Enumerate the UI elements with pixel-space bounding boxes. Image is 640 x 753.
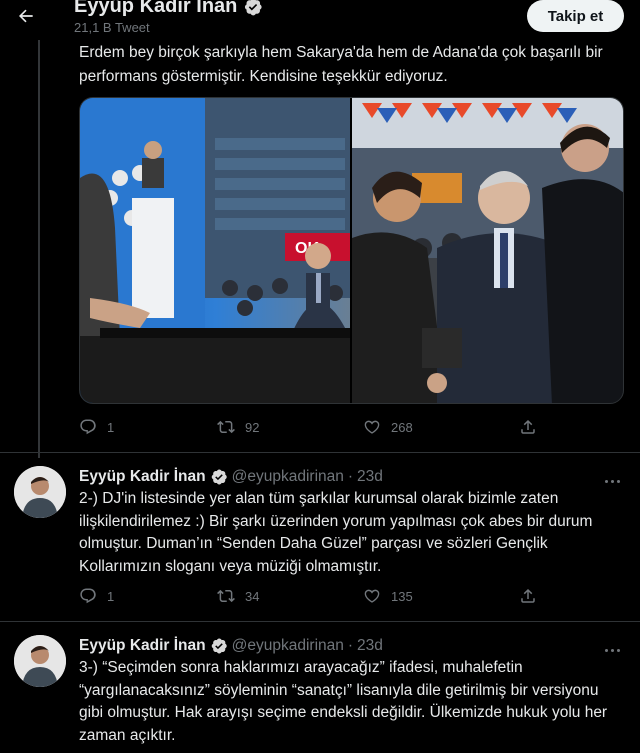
author-handle[interactable]: @eyupkadirinan: [232, 637, 344, 655]
photo-handshake-crowd-icon: [352, 98, 623, 403]
reply-header: Eyyüp Kadir İnan @eyupkadirinan · 23d: [79, 468, 383, 486]
author-name[interactable]: Eyyüp Kadir İnan: [79, 637, 206, 655]
tweet-media[interactable]: OK: [79, 97, 624, 404]
reply-count: 1: [107, 588, 115, 604]
retweet-button[interactable]: 92: [217, 418, 259, 436]
retweet-count: 92: [245, 419, 260, 435]
media-photo-2[interactable]: [352, 98, 623, 403]
more-dot: [610, 479, 614, 483]
avatar[interactable]: [14, 466, 66, 518]
reply-icon: [80, 419, 96, 435]
back-button[interactable]: [12, 4, 40, 28]
reply-header: Eyyüp Kadir İnan @eyupkadirinan · 23d: [79, 637, 383, 655]
reply-tweet[interactable]: Eyyüp Kadir İnan @eyupkadirinan · 23d 2-…: [0, 453, 640, 621]
profile-title: Eyyüp Kadir İnan: [74, 0, 263, 18]
share-button[interactable]: [519, 587, 537, 605]
like-button[interactable]: 268: [363, 418, 413, 436]
share-icon: [521, 419, 535, 434]
tweet-actions: 1 92 268: [79, 418, 539, 442]
thread-line: [38, 40, 40, 458]
avatar[interactable]: [14, 635, 66, 687]
author-name[interactable]: Eyyüp Kadir İnan: [79, 468, 206, 486]
verified-badge-icon: [211, 469, 227, 485]
reply-text: 3-) “Seçimden sonra haklarımızı arayacağ…: [79, 659, 608, 744]
like-button[interactable]: 135: [363, 587, 413, 605]
share-button[interactable]: [519, 418, 537, 436]
user-avatar-icon: [14, 466, 66, 518]
author-handle[interactable]: @eyupkadirinan: [232, 468, 344, 486]
verified-badge-icon: [211, 638, 227, 654]
tweet-count: 21,1 B Tweet: [74, 20, 150, 35]
retweet-button[interactable]: 34: [217, 587, 259, 605]
tweet-time[interactable]: 23d: [357, 468, 383, 486]
retweet-icon: [217, 420, 235, 434]
reply-count: 1: [107, 419, 115, 435]
more-dot: [616, 648, 620, 652]
top-bar: Eyyüp Kadir İnan 21,1 B Tweet Takip et: [0, 0, 640, 40]
share-icon: [521, 588, 535, 603]
more-dot: [610, 648, 614, 652]
like-count: 268: [391, 419, 413, 435]
tweet-time[interactable]: 23d: [357, 637, 383, 655]
verified-badge-icon: [245, 0, 262, 15]
more-dot: [604, 479, 608, 483]
heart-icon: [364, 589, 380, 603]
more-dot: [616, 479, 620, 483]
more-options-button[interactable]: [602, 473, 622, 489]
arrow-left-icon: [19, 9, 33, 23]
tweet-text: Erdem bey birçok şarkıyla hem Sakarya'da…: [79, 44, 603, 85]
reply-icon: [80, 588, 96, 604]
more-options-button[interactable]: [602, 642, 622, 658]
retweet-count: 34: [245, 588, 260, 604]
like-count: 135: [391, 588, 413, 604]
photo-stage-speech-icon: OK: [80, 98, 350, 403]
profile-name: Eyyüp Kadir İnan: [74, 0, 238, 17]
media-photo-1[interactable]: OK: [80, 98, 350, 403]
reply-actions: 1 34 135: [79, 587, 539, 611]
follow-button[interactable]: Takip et: [527, 0, 624, 32]
reply-button[interactable]: 1: [79, 587, 114, 605]
separator-dot: ·: [347, 637, 354, 654]
heart-icon: [364, 420, 380, 434]
user-avatar-icon: [14, 635, 66, 687]
reply-text: 2-) DJ'in listesinde yer alan tüm şarkıl…: [79, 490, 593, 575]
retweet-icon: [217, 589, 235, 603]
reply-button[interactable]: 1: [79, 418, 114, 436]
separator-dot: ·: [347, 468, 354, 485]
reply-tweet[interactable]: Eyyüp Kadir İnan @eyupkadirinan · 23d 3-…: [0, 622, 640, 753]
more-dot: [604, 648, 608, 652]
